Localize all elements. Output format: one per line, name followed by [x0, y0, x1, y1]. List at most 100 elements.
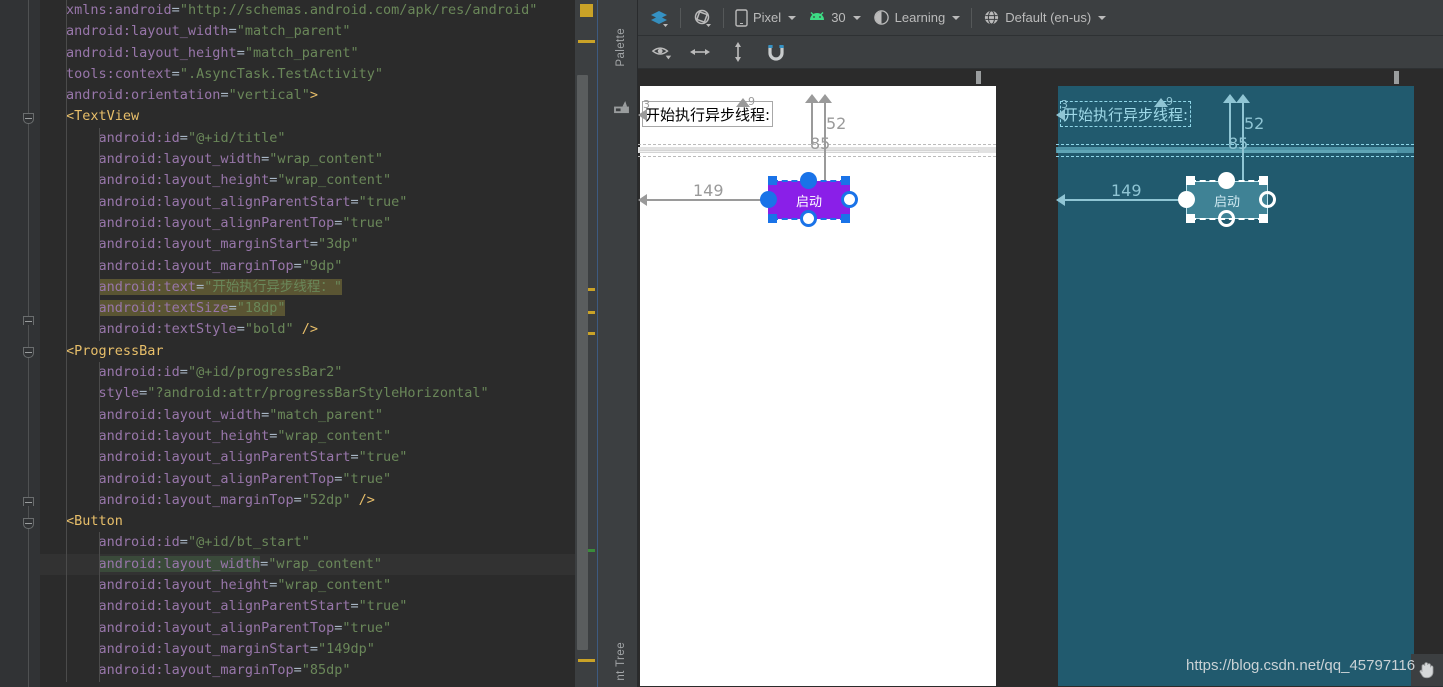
chevron-down-icon	[788, 15, 797, 20]
indent-guide	[99, 660, 100, 682]
show-constraints-button[interactable]	[648, 40, 676, 64]
code-line[interactable]: android:id="@+id/progressBar2"	[40, 362, 575, 384]
code-line[interactable]: <ProgressBar	[40, 340, 575, 363]
code-line[interactable]: android:id="@+id/title"	[40, 127, 575, 150]
pan-tool-button[interactable]	[1411, 654, 1443, 687]
button-margin-top-label-blueprint: 85	[1228, 134, 1249, 153]
fold-marker-button[interactable]	[23, 518, 34, 529]
code-line[interactable]: android:layout_alignParentTop="true"	[40, 617, 575, 639]
indent-guide	[66, 0, 67, 22]
device-selector[interactable]: Pixel	[729, 5, 802, 31]
code-line[interactable]: android:textSize="18dp"	[40, 298, 575, 320]
resize-handle-bottom-right[interactable]	[841, 214, 850, 223]
warning-marker[interactable]	[578, 659, 595, 662]
code-line[interactable]: <Button	[40, 511, 575, 533]
code-line[interactable]: android:layout_height="match_parent"	[40, 42, 575, 64]
hand-icon	[1419, 662, 1434, 679]
warning-marker[interactable]	[578, 40, 595, 43]
preview-canvas[interactable]: 开始执行异步线程: 3 9 52 85 149 启动 开始执行异步线程: 3 9…	[638, 69, 1443, 687]
code-line[interactable]: android:orientation="vertical">	[40, 85, 575, 107]
palette-icon	[614, 101, 629, 114]
code-line[interactable]: android:layout_marginTop="9dp"	[40, 255, 575, 277]
constraint-anchor-right-blueprint[interactable]	[1259, 191, 1276, 208]
code-line[interactable]: android:layout_marginStart="3dp"	[40, 234, 575, 256]
editor-vertical-scrollbar[interactable]	[577, 75, 588, 650]
constraint-anchor-bottom-blueprint[interactable]	[1218, 210, 1235, 227]
theme-selector[interactable]: Learning	[867, 5, 967, 31]
code-line[interactable]: android:layout_alignParentTop="true"	[40, 468, 575, 490]
code-text-area[interactable]: xmlns:android="http://schemas.android.co…	[40, 0, 575, 687]
resize-handle-top-right-blueprint[interactable]	[1259, 176, 1268, 185]
code-line[interactable]: android:layout_marginTop="85dp"	[40, 660, 575, 682]
resize-handle-top-left[interactable]	[768, 176, 777, 185]
button-constraint-arrow-blueprint	[1236, 94, 1250, 103]
resize-handle-top-left-blueprint[interactable]	[1186, 176, 1195, 185]
indent-guide	[66, 149, 67, 171]
code-line[interactable]: android:text="开始执行异步线程："	[40, 276, 575, 299]
autoconnect-magnet-button[interactable]	[762, 40, 790, 64]
code-line[interactable]: android:id="@+id/bt_start"	[40, 532, 575, 554]
design-preview[interactable]: 开始执行异步线程: 3 9 52 85 149 启动	[638, 86, 996, 686]
device-label: Pixel	[753, 10, 782, 25]
orientation-button[interactable]	[686, 5, 718, 31]
code-line[interactable]: android:layout_width="match_parent"	[40, 21, 575, 43]
progressbar-fill	[639, 150, 979, 153]
constraint-anchor-top-blueprint[interactable]	[1218, 172, 1235, 189]
indent-guide	[66, 404, 67, 426]
horizontal-guideline-button[interactable]	[686, 40, 714, 64]
code-line[interactable]: android:layout_width="match_parent"	[40, 404, 575, 426]
constraint-anchor-right[interactable]	[841, 191, 858, 208]
blueprint-preview[interactable]: 开始执行异步线程: 3 9 52 85 149 启动	[1056, 86, 1414, 686]
indent-guide	[99, 149, 100, 171]
indent-guide	[66, 106, 67, 128]
component-tree-tool-button[interactable]: nt Tree	[615, 642, 627, 681]
code-line[interactable]: android:layout_marginTop="52dp" />	[40, 489, 575, 512]
indent-guide	[99, 362, 100, 384]
code-line[interactable]: android:textStyle="bold" />	[40, 319, 575, 341]
fold-marker-textview-end[interactable]	[23, 316, 34, 325]
locale-selector[interactable]: Default (en-us)	[977, 5, 1112, 31]
api-selector[interactable]: 30	[802, 5, 866, 31]
constraint-anchor-top[interactable]	[800, 172, 817, 189]
progressbar-margin-top-label-blueprint: 52	[1244, 114, 1265, 133]
constraint-anchor-left-blueprint[interactable]	[1178, 191, 1195, 208]
code-line[interactable]: android:layout_marginStart="149dp"	[40, 638, 575, 661]
code-line[interactable]: android:layout_alignParentStart="true"	[40, 596, 575, 618]
fold-marker-progressbar[interactable]	[23, 347, 34, 358]
code-line[interactable]: android:layout_height="wrap_content"	[40, 170, 575, 192]
indent-guide	[66, 660, 67, 682]
resize-handle-bottom-left[interactable]	[768, 214, 777, 223]
button-constraint-arrow	[818, 94, 832, 103]
fold-marker-progressbar-end[interactable]	[23, 497, 34, 506]
fold-marker-textview[interactable]	[23, 113, 34, 124]
resize-handle-bottom-left-blueprint[interactable]	[1186, 214, 1195, 223]
code-line[interactable]: xmlns:android="http://schemas.android.co…	[40, 0, 575, 22]
constraint-anchor-bottom[interactable]	[800, 210, 817, 227]
textview-start-constraint-arrow	[638, 109, 647, 121]
code-line[interactable]: style="?android:attr/progressBarStyleHor…	[40, 383, 575, 405]
code-line[interactable]: android:layout_alignParentStart="true"	[40, 447, 575, 469]
resize-handle-bottom-right-blueprint[interactable]	[1259, 214, 1268, 223]
code-line[interactable]: android:layout_width="wrap_content"	[40, 553, 575, 576]
xml-code-editor[interactable]: xmlns:android="http://schemas.android.co…	[0, 0, 605, 687]
code-line[interactable]: <TextView	[40, 106, 575, 128]
indent-guide	[66, 127, 67, 150]
code-line[interactable]: tools:context=".AsyncTask.TestActivity"	[40, 63, 575, 86]
resize-handle-top-right[interactable]	[841, 176, 850, 185]
palette-tool-button[interactable]: Palette	[615, 28, 627, 67]
code-line[interactable]: android:layout_alignParentTop="true"	[40, 212, 575, 235]
editor-marker-bar[interactable]	[575, 0, 605, 687]
vertical-guideline-button[interactable]	[724, 40, 752, 64]
code-line[interactable]: android:layout_height="wrap_content"	[40, 575, 575, 597]
design-mode-button[interactable]	[643, 5, 675, 31]
code-folding-gutter[interactable]	[0, 0, 40, 687]
code-line[interactable]: android:layout_alignParentStart="true"	[40, 191, 575, 213]
inspection-status-indicator[interactable]	[580, 4, 593, 17]
button-margin-start-label-blueprint: 149	[1111, 181, 1142, 200]
indent-guide	[99, 170, 100, 192]
code-line-text: tools:context=".AsyncTask.TestActivity"	[66, 65, 384, 82]
design-toolbar: Pixel 30 Learning Default (en-us)	[638, 0, 1443, 36]
constraint-anchor-left[interactable]	[760, 191, 777, 208]
code-line[interactable]: android:layout_width="wrap_content"	[40, 149, 575, 171]
code-line[interactable]: android:layout_height="wrap_content"	[40, 425, 575, 448]
